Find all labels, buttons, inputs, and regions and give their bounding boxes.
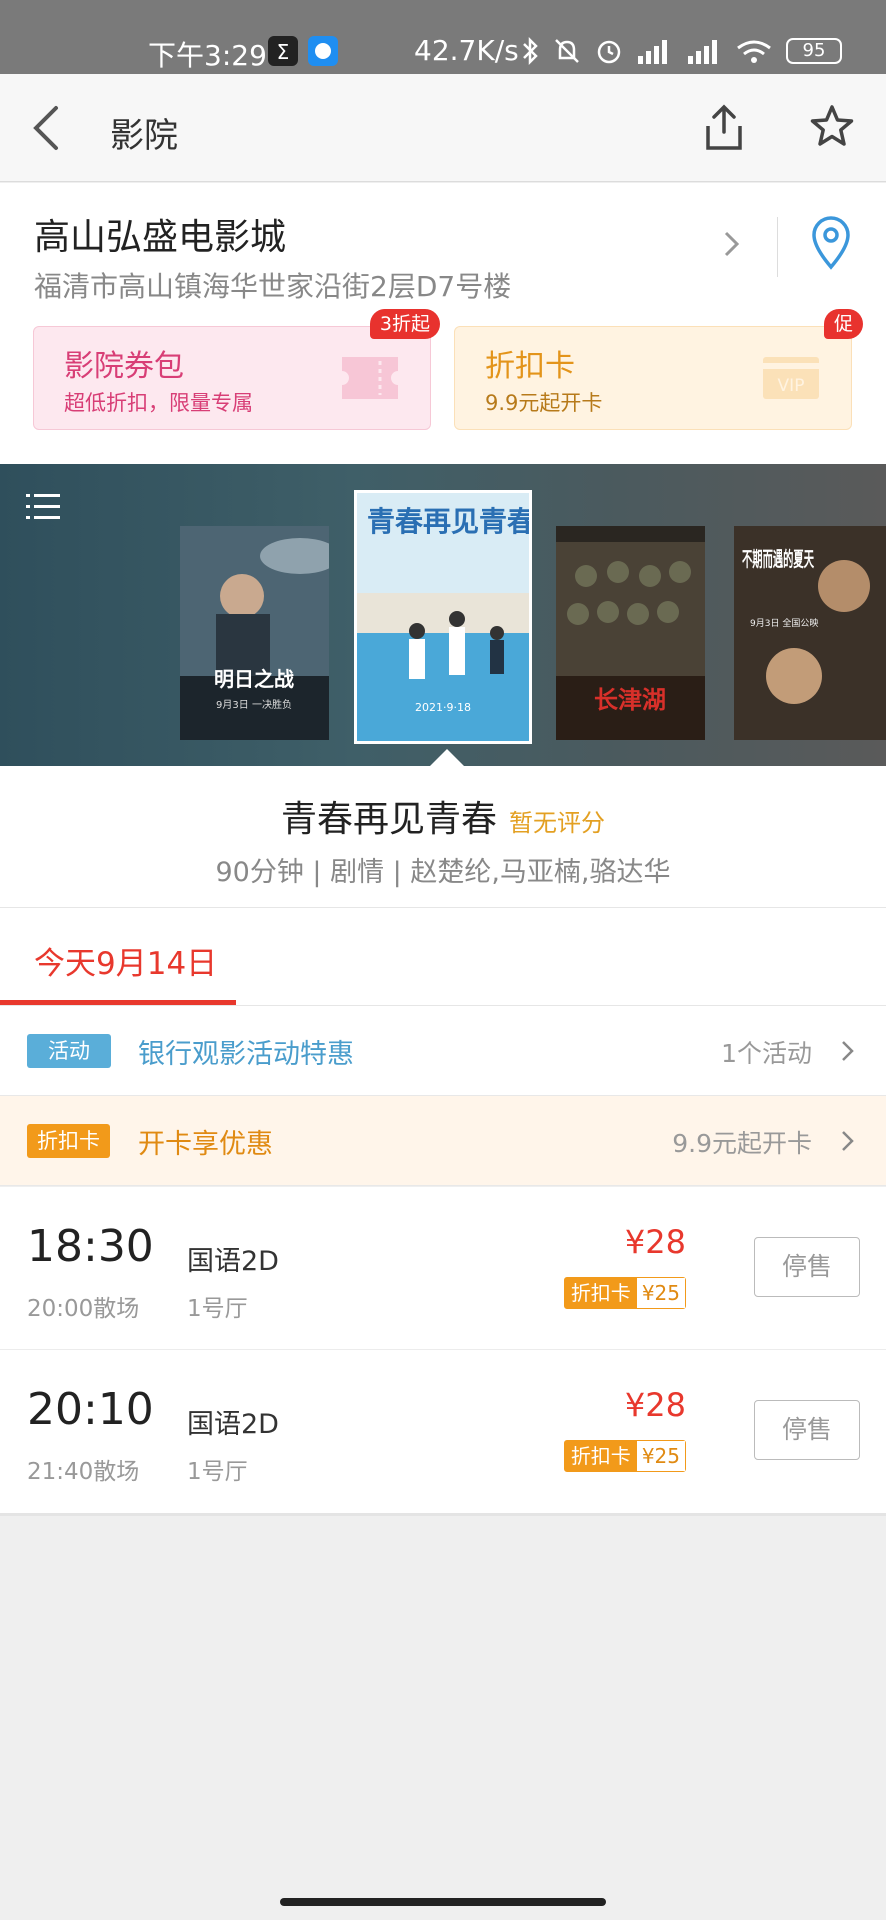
discount-price-start: 9.9元起开卡 — [672, 1129, 812, 1158]
activity-row[interactable]: 活动 银行观影活动特惠 1个活动 — [0, 1006, 886, 1096]
discount-card-title: 折扣卡 — [485, 349, 575, 384]
active-tab-underline — [0, 1000, 236, 1005]
discount-price: ¥25 — [636, 1441, 685, 1471]
discount-label: 折扣卡 — [564, 1278, 637, 1308]
status-time: 下午3:29 — [148, 39, 267, 72]
chevron-right-icon — [840, 1128, 856, 1154]
cinema-name[interactable]: 高山弘盛电影城 — [34, 208, 286, 260]
discount-text: 开卡享优惠 — [138, 1129, 273, 1160]
battery-indicator: 95 — [786, 38, 842, 64]
chevron-right-icon[interactable] — [722, 227, 742, 261]
network-speed: 42.7K/s — [414, 34, 519, 67]
location-pin-icon[interactable] — [808, 213, 854, 271]
coupon-pack-card[interactable]: 影院券包 超低折扣，限量专属 3折起 — [33, 309, 440, 430]
vip-label: VIP — [778, 376, 805, 396]
movie-title-row: 青春再见青春 暂无评分 — [0, 790, 886, 842]
activity-tag: 活动 — [27, 1034, 111, 1068]
movie-info: 青春再见青春 暂无评分 90分钟 | 剧情 | 赵楚纶,马亚楠,骆达华 — [0, 766, 886, 908]
ticket-price: ¥28 — [624, 1386, 686, 1424]
date-tabs: 今天9月14日 — [0, 908, 886, 1006]
chevron-right-icon — [840, 1038, 856, 1064]
sale-stopped-button[interactable]: 停售 — [754, 1400, 860, 1460]
start-time: 18:30 — [27, 1221, 154, 1272]
back-icon[interactable] — [28, 102, 68, 154]
poster-tomorrow-war[interactable]: 明日之战 9月3日 一决胜负 — [180, 526, 329, 740]
coupon-pack-subtitle: 超低折扣，限量专属 — [64, 391, 253, 415]
language-format: 国语2D — [187, 1409, 279, 1440]
poster-caption: 2021·9·18 — [415, 701, 471, 714]
discount-price: ¥25 — [636, 1278, 685, 1308]
signal-icon-2 — [684, 36, 724, 66]
start-time: 20:10 — [27, 1384, 154, 1435]
discount-price-badge: 折扣卡 ¥25 — [563, 1440, 686, 1472]
activity-text: 银行观影活动特惠 — [138, 1039, 354, 1070]
mute-icon — [552, 36, 582, 66]
showtime-row[interactable]: 20:10 21:40散场 国语2D 1号厅 ¥28 折扣卡 ¥25 停售 — [0, 1350, 886, 1516]
showtime-row[interactable]: 18:30 20:00散场 国语2D 1号厅 ¥28 折扣卡 ¥25 停售 — [0, 1187, 886, 1350]
poster-changjin-lake[interactable]: 长津湖 — [556, 526, 705, 740]
poster-carousel[interactable]: 明日之战 9月3日 一决胜负 青春再见青春 2021·9·18 长津湖 不期而遇… — [0, 464, 886, 766]
app-header: 影院 — [0, 74, 886, 182]
movie-meta: 90分钟 | 剧情 | 赵楚纶,马亚楠,骆达华 — [215, 857, 671, 888]
star-icon[interactable] — [808, 102, 856, 152]
poster-youth-see-youth[interactable]: 青春再见青春 2021·9·18 — [354, 490, 532, 744]
sale-stopped-button[interactable]: 停售 — [754, 1237, 860, 1297]
home-indicator[interactable] — [280, 1898, 606, 1906]
poster-title: 不期而遇的夏天 — [742, 547, 815, 571]
hall-name: 1号厅 — [187, 1296, 248, 1322]
ticket-icon — [340, 353, 400, 407]
cinema-info: 高山弘盛电影城 福清市高山镇海华世家沿街2层D7号楼 影院券包 超低折扣，限量专… — [0, 183, 886, 465]
divider — [777, 217, 778, 277]
page-title: 影院 — [110, 116, 178, 156]
discount-card-row[interactable]: 折扣卡 开卡享优惠 9.9元起开卡 — [0, 1096, 886, 1186]
ticket-price: ¥28 — [624, 1223, 686, 1261]
language-format: 国语2D — [187, 1246, 279, 1277]
promo-badge: 促 — [823, 309, 863, 339]
movie-score: 暂无评分 — [509, 809, 605, 837]
share-icon[interactable] — [700, 102, 748, 154]
phone-app-icon — [308, 36, 338, 66]
list-icon[interactable] — [26, 492, 62, 522]
discount-price-badge: 折扣卡 ¥25 — [563, 1277, 686, 1309]
poster-caption: 9月3日 一决胜负 — [216, 698, 292, 711]
tab-today[interactable]: 今天9月14日 — [34, 938, 217, 983]
vip-card-icon: VIP — [761, 353, 821, 407]
poster-caption: 9月3日 全国公映 — [750, 617, 818, 629]
poster-title: 明日之战 — [214, 667, 294, 691]
discount-tag: 折扣卡 — [27, 1124, 110, 1158]
alarm-icon — [594, 36, 624, 66]
poster-title: 长津湖 — [594, 686, 666, 714]
movie-title: 青春再见青春 — [280, 799, 497, 840]
end-time: 20:00散场 — [27, 1296, 140, 1322]
discount-card[interactable]: 折扣卡 9.9元起开卡 促 VIP — [454, 309, 863, 430]
end-time: 21:40散场 — [27, 1459, 140, 1485]
signal-icon — [634, 36, 674, 66]
discount-label: 折扣卡 — [564, 1441, 637, 1471]
wifi-icon — [734, 36, 774, 66]
hall-name: 1号厅 — [187, 1459, 248, 1485]
poster-title: 青春再见青春 — [367, 505, 529, 538]
coupon-pack-title: 影院券包 — [64, 349, 184, 384]
sigma-app-icon: Σ — [268, 36, 298, 66]
selected-poster-indicator — [429, 749, 465, 767]
status-bar: 下午3:29 Σ 42.7K/s 95 — [0, 0, 886, 74]
poster-unexpected-summer[interactable]: 不期而遇的夏天 9月3日 全国公映 — [734, 526, 886, 740]
activity-count: 1个活动 — [721, 1039, 812, 1068]
cinema-address[interactable]: 福清市高山镇海华世家沿街2层D7号楼 — [34, 265, 511, 305]
discount-badge: 3折起 — [369, 309, 440, 339]
discount-card-subtitle: 9.9元起开卡 — [485, 391, 603, 415]
bluetooth-icon — [520, 36, 540, 66]
svg-text:Σ: Σ — [277, 40, 290, 64]
